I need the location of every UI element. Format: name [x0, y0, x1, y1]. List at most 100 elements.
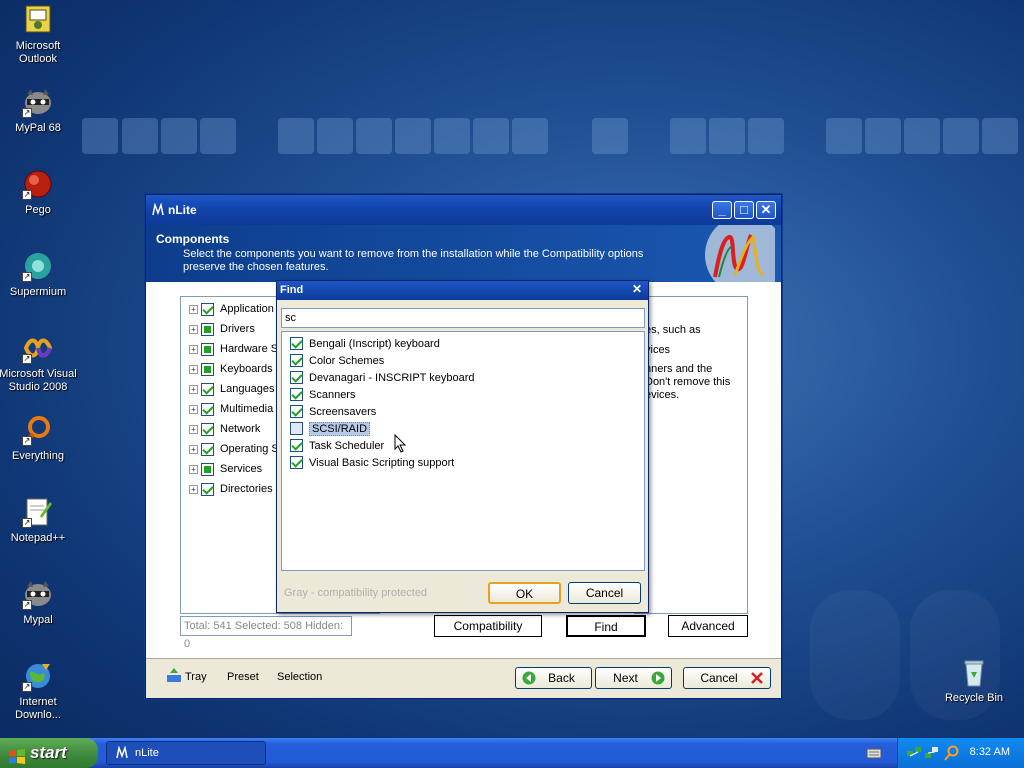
- list-item[interactable]: Bengali (Inscript) keyboard: [290, 335, 440, 352]
- magnifier-icon[interactable]: [943, 745, 959, 761]
- checkbox[interactable]: [290, 354, 303, 367]
- find-cancel-button[interactable]: Cancel: [568, 582, 641, 604]
- checkbox[interactable]: [290, 439, 303, 452]
- checkbox[interactable]: [290, 337, 303, 350]
- tree-item[interactable]: + Keyboards: [189, 359, 273, 379]
- shortcut-arrow-icon: ↗: [22, 354, 32, 364]
- checkbox[interactable]: [290, 456, 303, 469]
- list-item[interactable]: Screensavers: [290, 403, 376, 420]
- page-description: Select the components you want to remove…: [183, 248, 644, 273]
- tree-item[interactable]: + Hardware S: [189, 339, 278, 359]
- checkbox[interactable]: [290, 371, 303, 384]
- expand-icon[interactable]: +: [189, 384, 198, 394]
- expand-icon[interactable]: +: [189, 324, 198, 334]
- expand-icon[interactable]: +: [189, 364, 198, 374]
- desktop-icon-mypal[interactable]: ↗ Mypal: [0, 578, 78, 627]
- next-button[interactable]: Next: [595, 667, 672, 689]
- checkbox[interactable]: [201, 342, 214, 356]
- checkbox[interactable]: [201, 462, 214, 476]
- expand-icon[interactable]: +: [189, 464, 198, 474]
- desktop-icon-everything[interactable]: ↗ Everything: [0, 414, 78, 463]
- list-item[interactable]: Scanners: [290, 386, 355, 403]
- taskbar: start nLite 8:32 AM: [0, 738, 1024, 768]
- expand-icon[interactable]: +: [189, 344, 198, 354]
- maximize-button[interactable]: □: [734, 201, 754, 219]
- checkbox[interactable]: [201, 322, 214, 336]
- list-item[interactable]: Devanagari - INSCRIPT keyboard: [290, 369, 474, 386]
- list-item[interactable]: Visual Basic Scripting support: [290, 454, 454, 471]
- find-results-list[interactable]: Bengali (Inscript) keyboard Color Scheme…: [281, 331, 645, 571]
- desktop-icon-mypal68[interactable]: ↗ MyPal 68: [0, 86, 78, 135]
- find-search-input[interactable]: [281, 308, 645, 328]
- checkbox[interactable]: [201, 362, 214, 376]
- ok-button[interactable]: OK: [488, 582, 561, 604]
- start-label: start: [30, 743, 67, 762]
- desktop-icon-recycle-bin[interactable]: Recycle Bin: [934, 656, 1014, 705]
- tree-item[interactable]: + Multimedia: [189, 399, 273, 419]
- find-button[interactable]: Find: [566, 615, 646, 637]
- list-item-label: Scanners: [309, 388, 356, 401]
- close-button[interactable]: ✕: [756, 201, 776, 219]
- back-button[interactable]: Back: [515, 667, 592, 689]
- tree-item-label: Hardware S: [220, 343, 279, 355]
- close-icon: ✕: [760, 202, 772, 217]
- find-dialog: Find ✕ Bengali (Inscript) keyboard Color…: [276, 280, 649, 613]
- checkbox[interactable]: [290, 405, 303, 418]
- desktop-icon-internet-download[interactable]: ↗ Internet Downlo...: [0, 660, 78, 722]
- advanced-button[interactable]: Advanced: [668, 615, 748, 637]
- preset-link[interactable]: Preset: [227, 671, 259, 683]
- list-item-label: SCSI/RAID: [309, 421, 371, 436]
- expand-icon[interactable]: +: [189, 424, 198, 434]
- tree-item[interactable]: + Network: [189, 419, 260, 439]
- desktop-icon-outlook[interactable]: Microsoft Outlook: [0, 4, 78, 66]
- tray-icon[interactable]: [166, 667, 182, 683]
- list-item[interactable]: Color Schemes: [290, 352, 384, 369]
- network-icon[interactable]: [906, 745, 922, 761]
- find-title-bar[interactable]: Find ✕: [277, 281, 648, 300]
- list-item[interactable]: Task Scheduler: [290, 437, 384, 454]
- tree-item[interactable]: + Drivers: [189, 319, 255, 339]
- checkbox[interactable]: [201, 422, 214, 436]
- visual-studio-icon: ↗: [22, 332, 54, 364]
- tree-item-label: Multimedia: [220, 403, 274, 415]
- expand-icon[interactable]: +: [189, 484, 198, 494]
- checkbox[interactable]: [290, 388, 303, 401]
- tree-item[interactable]: + Operating S: [189, 439, 279, 459]
- tree-item-label: Drivers: [220, 323, 255, 335]
- tree-item[interactable]: + Application: [189, 299, 274, 319]
- tree-item[interactable]: + Languages: [189, 379, 274, 399]
- nlite-title-bar[interactable]: nLite _ □ ✕: [146, 195, 781, 225]
- desktop-icon-visual-studio[interactable]: ↗ Microsoft Visual Studio 2008: [0, 332, 78, 394]
- expand-icon[interactable]: +: [189, 404, 198, 414]
- desktop-icon-notepadpp[interactable]: ↗ Notepad++: [0, 496, 78, 545]
- checkbox[interactable]: [201, 482, 214, 496]
- checkbox[interactable]: [201, 402, 214, 416]
- expand-icon[interactable]: +: [189, 304, 198, 314]
- desktop-icon-label: Internet Downlo...: [15, 696, 61, 721]
- tray-link[interactable]: Tray: [185, 671, 207, 683]
- tree-item-label: Languages: [220, 383, 275, 395]
- shortcut-arrow-icon: ↗: [22, 600, 32, 610]
- keyboard-icon[interactable]: [866, 746, 882, 760]
- checkbox[interactable]: [290, 422, 303, 435]
- expand-icon[interactable]: +: [189, 444, 198, 454]
- taskbar-item-nlite[interactable]: nLite: [106, 741, 266, 765]
- red-x-icon: [750, 671, 764, 685]
- mouse-cursor-icon: [394, 433, 408, 454]
- checkbox[interactable]: [201, 442, 214, 456]
- tree-item[interactable]: + Services: [189, 459, 262, 479]
- desktop-icon-supermium[interactable]: ↗ Supermium: [0, 250, 78, 299]
- compatibility-button[interactable]: Compatibility: [434, 615, 542, 637]
- checkbox[interactable]: [201, 302, 214, 316]
- start-button[interactable]: start: [0, 738, 98, 768]
- notepad-icon: ↗: [22, 496, 54, 528]
- desktop-icon-pego[interactable]: ↗ Pego: [0, 168, 78, 217]
- cancel-button[interactable]: Cancel: [683, 667, 771, 689]
- minimize-button[interactable]: _: [712, 201, 732, 219]
- network-icon[interactable]: [924, 745, 940, 761]
- tree-item[interactable]: + Directories: [189, 479, 273, 499]
- close-icon[interactable]: ✕: [630, 283, 644, 297]
- list-item[interactable]: SCSI/RAID: [290, 420, 371, 437]
- checkbox[interactable]: [201, 382, 214, 396]
- selection-link[interactable]: Selection: [277, 671, 322, 683]
